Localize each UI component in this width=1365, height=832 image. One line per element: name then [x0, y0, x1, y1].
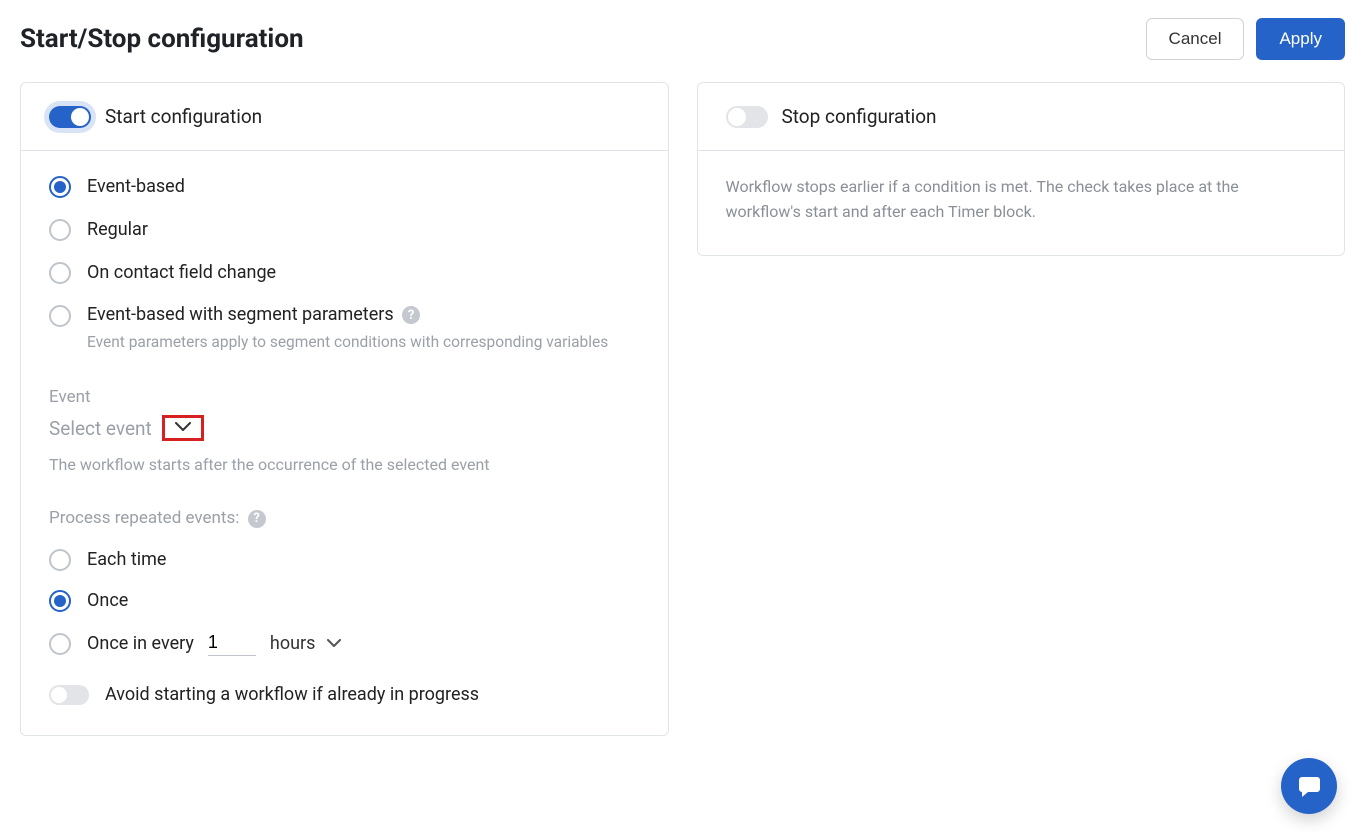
radio-contact-field-row[interactable]: On contact field change: [49, 261, 640, 284]
event-select-placeholder: Select event: [49, 417, 152, 440]
avoid-toggle[interactable]: [49, 685, 89, 705]
event-hint: The workflow starts after the occurrence…: [49, 455, 640, 474]
radio-regular-row[interactable]: Regular: [49, 218, 640, 241]
radio-event-segment[interactable]: [49, 305, 71, 327]
stop-toggle[interactable]: [726, 106, 768, 128]
start-config-panel: Start configuration Event-based Regular …: [20, 82, 669, 736]
interval-unit-select[interactable]: hours: [270, 633, 342, 654]
radio-event-segment-hint: Event parameters apply to segment condit…: [87, 331, 640, 353]
radio-event-based[interactable]: [49, 176, 71, 198]
event-label: Event: [49, 387, 640, 407]
radio-once-every[interactable]: [49, 633, 71, 655]
start-mode-group: Event-based Regular On contact field cha…: [49, 175, 640, 353]
start-panel-title: Start configuration: [105, 105, 262, 128]
radio-event-segment-text: Event-based with segment parameters: [87, 304, 394, 325]
chevron-down-icon: [327, 639, 341, 648]
radio-regular[interactable]: [49, 219, 71, 241]
radio-event-segment-row[interactable]: Event-based with segment parameters ? Ev…: [49, 304, 640, 353]
stop-panel-body: Workflow stops earlier if a condition is…: [698, 151, 1345, 255]
radio-once-label: Once: [87, 590, 128, 611]
radio-once-every-row[interactable]: Once in every hours: [49, 630, 640, 656]
radio-each-time-row[interactable]: Each time: [49, 548, 640, 571]
help-icon[interactable]: ?: [248, 510, 266, 528]
apply-button[interactable]: Apply: [1256, 18, 1345, 60]
repeat-label: Process repeated events: ?: [49, 508, 640, 528]
header-buttons: Cancel Apply: [1146, 18, 1345, 60]
stop-panel-header: Stop configuration: [698, 83, 1345, 151]
panels: Start configuration Event-based Regular …: [20, 82, 1345, 736]
radio-each-time[interactable]: [49, 549, 71, 571]
avoid-label: Avoid starting a workflow if already in …: [105, 684, 479, 705]
help-icon[interactable]: ?: [402, 306, 420, 324]
radio-event-based-row[interactable]: Event-based: [49, 175, 640, 198]
repeat-label-text: Process repeated events:: [49, 508, 239, 528]
radio-contact-field-label: On contact field change: [87, 262, 276, 283]
radio-contact-field[interactable]: [49, 262, 71, 284]
radio-once[interactable]: [49, 590, 71, 612]
page-header: Start/Stop configuration Cancel Apply: [20, 18, 1345, 60]
chat-fab[interactable]: [1281, 758, 1337, 814]
radio-regular-label: Regular: [87, 219, 148, 240]
radio-once-every-label: Once in every: [87, 633, 194, 654]
once-interval-controls: Once in every hours: [87, 630, 341, 656]
page-title: Start/Stop configuration: [20, 24, 304, 54]
start-toggle[interactable]: [49, 106, 91, 128]
start-panel-header: Start configuration: [21, 83, 668, 151]
event-select-chevron-highlight[interactable]: [162, 415, 204, 441]
interval-unit-text: hours: [270, 633, 316, 654]
start-panel-body: Event-based Regular On contact field cha…: [21, 151, 668, 735]
avoid-row: Avoid starting a workflow if already in …: [49, 684, 640, 705]
stop-config-panel: Stop configuration Workflow stops earlie…: [697, 82, 1346, 256]
chat-icon: [1295, 772, 1323, 800]
interval-value-input[interactable]: [208, 630, 256, 656]
stop-panel-title: Stop configuration: [782, 105, 937, 128]
cancel-button[interactable]: Cancel: [1146, 18, 1245, 60]
repeat-group: Each time Once Once in every hours: [49, 548, 640, 656]
radio-event-segment-label: Event-based with segment parameters ?: [87, 304, 640, 325]
radio-each-time-label: Each time: [87, 549, 166, 570]
radio-event-based-label: Event-based: [87, 176, 185, 197]
chevron-down-icon: [175, 422, 191, 432]
event-select[interactable]: Select event: [49, 415, 640, 441]
radio-once-row[interactable]: Once: [49, 589, 640, 612]
